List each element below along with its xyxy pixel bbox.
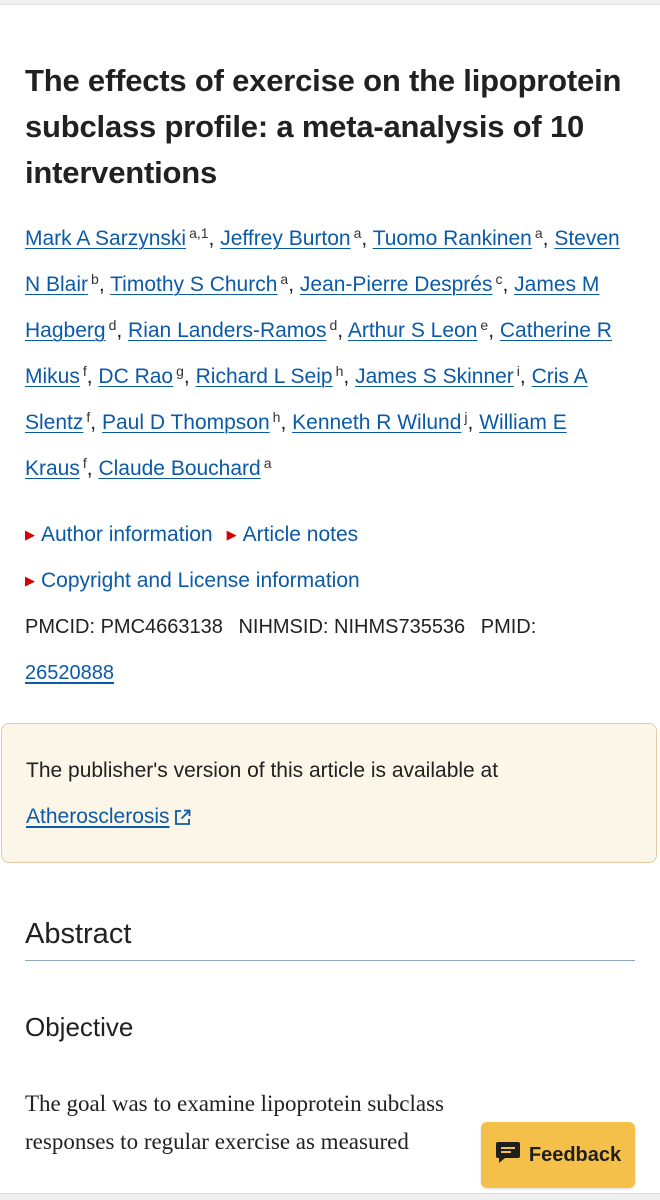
author-link[interactable]: James S Skinner xyxy=(355,365,514,388)
nihmsid-label: NIHMSID: xyxy=(238,616,329,638)
author-separator: , xyxy=(542,227,549,250)
author-separator: , xyxy=(86,457,93,480)
publisher-link-label: Atherosclerosis xyxy=(26,805,170,828)
author-separator: , xyxy=(183,365,190,388)
article-notes-toggle[interactable]: ▶ Article notes xyxy=(227,523,359,546)
author-separator: , xyxy=(361,227,368,250)
pmcid-value: PMC4663138 xyxy=(100,616,223,638)
feedback-label: Feedback xyxy=(528,1143,622,1166)
author-affiliation-marker: a xyxy=(534,225,543,241)
pmcid-label: PMCID: xyxy=(25,616,95,638)
author-separator: , xyxy=(488,319,495,342)
pmid-link[interactable]: 26520888 xyxy=(25,662,114,684)
chat-bubble-icon xyxy=(495,1140,521,1170)
author-information-label: Author information xyxy=(41,523,213,546)
article-identifiers: PMCID: PMC4663138 NIHMSID: NIHMS735536 P… xyxy=(25,604,637,696)
expand-triangle-icon: ▶ xyxy=(25,527,35,542)
notice-text: The publisher's version of this article … xyxy=(26,759,499,782)
author-separator: , xyxy=(86,365,93,388)
author-link[interactable]: Claude Bouchard xyxy=(98,457,260,480)
author-separator: , xyxy=(208,227,215,250)
top-divider xyxy=(0,0,660,5)
article-title: The effects of exercise on the lipoprote… xyxy=(25,63,622,190)
author-link[interactable]: Mark A Sarzynski xyxy=(25,227,186,250)
article-header: The effects of exercise on the lipoprote… xyxy=(25,58,637,696)
author-separator: , xyxy=(467,411,474,434)
author-link[interactable]: Jeffrey Burton xyxy=(220,227,350,250)
bottom-divider xyxy=(0,1193,660,1200)
expand-triangle-icon: ▶ xyxy=(25,573,35,588)
author-information-toggle[interactable]: ▶ Author information xyxy=(25,523,213,546)
author-affiliation-marker: g xyxy=(176,363,184,379)
author-link[interactable]: Rian Landers-Ramos xyxy=(128,319,326,342)
author-separator: , xyxy=(502,273,509,296)
expand-triangle-icon: ▶ xyxy=(226,527,237,542)
author-list: Mark A Sarzynski a,1, Jeffrey Burton a, Tu… xyxy=(25,216,637,492)
author-link[interactable]: Kenneth R Wilund xyxy=(292,411,461,434)
pmid-label: PMID: xyxy=(480,616,537,638)
abstract-heading: Abstract xyxy=(25,910,635,961)
author-separator: , xyxy=(90,411,97,434)
info-links: ▶ Author information ▶ Article notes ▶ Copyr… xyxy=(25,512,637,604)
author-link[interactable]: Tuomo Rankinen xyxy=(373,227,532,250)
author-link[interactable]: Richard L Seip xyxy=(196,365,333,388)
article-notes-label: Article notes xyxy=(242,523,359,546)
author-link[interactable]: Jean-Pierre Després xyxy=(300,273,493,296)
abstract-line-1: The goal was to examine lipoprotein subc… xyxy=(25,1091,445,1116)
abstract-line-2: responses to regular exercise as measure… xyxy=(25,1129,409,1154)
publisher-link[interactable]: Atherosclerosis xyxy=(26,805,170,828)
author-link[interactable]: Timothy S Church xyxy=(110,273,277,296)
author-link[interactable]: Arthur S Leon xyxy=(348,319,478,342)
author-separator: , xyxy=(343,365,350,388)
copyright-license-toggle[interactable]: ▶ Copyright and License information xyxy=(25,569,360,592)
author-separator: , xyxy=(98,273,105,296)
author-affiliation-marker: a,1 xyxy=(189,225,209,241)
author-affiliation-marker: a xyxy=(263,455,272,471)
author-link[interactable]: Paul D Thompson xyxy=(102,411,270,434)
author-separator: , xyxy=(288,273,295,296)
author-separator: , xyxy=(519,365,526,388)
objective-heading: Objective xyxy=(25,1012,134,1042)
author-link[interactable]: DC Rao xyxy=(98,365,173,388)
copyright-license-label: Copyright and License information xyxy=(41,569,360,592)
nihmsid-value: NIHMS735536 xyxy=(334,616,466,638)
publisher-version-notice: The publisher's version of this article … xyxy=(1,723,657,863)
external-link-icon xyxy=(174,797,191,843)
author-separator: , xyxy=(280,411,287,434)
feedback-button[interactable]: Feedback xyxy=(481,1122,635,1188)
author-separator: , xyxy=(337,319,344,342)
author-affiliation-marker: b xyxy=(91,271,99,287)
author-separator: , xyxy=(116,319,123,342)
